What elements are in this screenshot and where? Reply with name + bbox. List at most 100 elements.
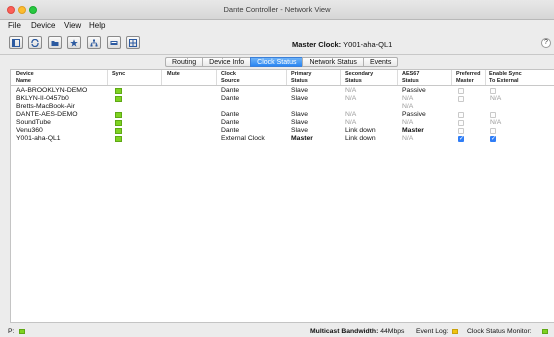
tab-clock-status[interactable]: Clock Status	[250, 57, 303, 67]
view-icon[interactable]	[9, 36, 23, 49]
device-name-cell: DANTE-AES-DEMO	[16, 111, 78, 118]
primary-status-cell: Slave	[291, 119, 309, 126]
primary-status-cell: Master	[291, 135, 313, 142]
primary-status-cell: Slave	[291, 87, 309, 94]
header-mute[interactable]: Mute	[167, 71, 180, 78]
table-row[interactable]: BKLYN-II-0457b0 Dante Slave N/A N/A N/A	[11, 95, 554, 103]
clock-status-monitor-label: Clock Status Monitor:	[467, 328, 532, 335]
secondary-status-cell: Link down	[345, 127, 376, 134]
table-row[interactable]: Venu360 Dante Slave Link down Master	[11, 127, 554, 135]
clock-source-cell: External Clock	[221, 135, 265, 142]
event-log-label: Event Log:	[416, 328, 449, 335]
clock-source-cell: Dante	[221, 111, 240, 118]
grid-icon[interactable]	[126, 36, 140, 49]
sync-indicator	[115, 128, 122, 134]
secondary-status-cell: Link down	[345, 135, 376, 142]
aes67-status-cell: N/A	[402, 95, 414, 102]
header-aes67-status[interactable]: AES67 Status	[402, 71, 419, 84]
star-icon[interactable]	[67, 36, 81, 49]
sync-indicator	[115, 88, 122, 94]
tab-events[interactable]: Events	[362, 57, 399, 67]
device-name-cell: Venu360	[16, 127, 43, 134]
open-icon[interactable]	[48, 36, 62, 49]
enable-sync-cell: N/A	[490, 119, 502, 126]
column-divider	[107, 70, 108, 85]
master-clock-value: Y001-aha-QL1	[343, 40, 393, 49]
clock-status-monitor-indicator[interactable]	[542, 329, 548, 334]
secondary-status-cell: N/A	[345, 87, 357, 94]
secondary-status-cell: N/A	[345, 111, 357, 118]
p-status-indicator	[19, 329, 25, 334]
menu-view[interactable]: View	[64, 21, 81, 30]
header-preferred-master[interactable]: Preferred Master	[456, 71, 480, 84]
table-header: Device Name Sync Mute Clock Source Primary…	[11, 70, 554, 86]
enable-sync-checkbox[interactable]	[490, 135, 496, 142]
table-row[interactable]: DANTE-AES-DEMO Dante Slave N/A Passive	[11, 111, 554, 119]
menu-file[interactable]: File	[8, 21, 21, 30]
multicast-bandwidth: Multicast Bandwidth: 44Mbps	[310, 328, 405, 335]
header-primary-status[interactable]: Primary Status	[291, 71, 312, 84]
network-icon[interactable]	[87, 36, 101, 49]
header-clock-source[interactable]: Clock Source	[221, 71, 240, 84]
toolbar-divider	[0, 54, 554, 55]
view-tabs: Routing Device Info Clock Status Network…	[165, 57, 399, 67]
preferred-master-checkbox[interactable]	[458, 96, 464, 102]
secondary-status-cell: N/A	[345, 119, 357, 126]
header-secondary-status[interactable]: Secondary Status	[345, 71, 373, 84]
table-row[interactable]: SoundTube Dante Slave N/A N/A N/A	[11, 119, 554, 127]
header-device-name[interactable]: Device Name	[16, 71, 34, 84]
master-clock-label: Master Clock:	[292, 40, 342, 49]
aes67-status-cell: N/A	[402, 119, 414, 126]
title-bar: Dante Controller - Network View	[0, 0, 554, 20]
header-enable-sync[interactable]: Enable Sync To External	[489, 71, 522, 84]
tab-device-info[interactable]: Device Info	[202, 57, 251, 67]
window-title: Dante Controller - Network View	[223, 5, 331, 14]
preferred-master-checkbox[interactable]	[458, 128, 464, 134]
preferred-master-checkbox[interactable]	[458, 88, 464, 94]
tab-network-status[interactable]: Network Status	[302, 57, 363, 67]
sync-indicator	[115, 136, 122, 142]
enable-sync-checkbox[interactable]	[490, 112, 496, 118]
primary-status-cell: Slave	[291, 95, 309, 102]
device-name-cell: AA-BROOKLYN-DEMO	[16, 87, 88, 94]
refresh-icon[interactable]	[28, 36, 42, 49]
help-icon[interactable]: ?	[541, 38, 551, 48]
clock-source-cell: Dante	[221, 127, 240, 134]
event-log-indicator[interactable]	[452, 329, 458, 334]
enable-sync-cell: N/A	[490, 95, 502, 102]
clock-source-cell: Dante	[221, 95, 240, 102]
aes67-status-cell: Passive	[402, 111, 426, 118]
clock-source-cell: Dante	[221, 87, 240, 94]
device-name-cell: Bretts-MacBook-Air	[16, 103, 75, 110]
toolbar: Master Clock: Y001-aha-QL1 ?	[0, 32, 554, 54]
column-divider	[451, 70, 452, 85]
aes67-status-cell: N/A	[402, 135, 414, 142]
preferred-master-checkbox[interactable]	[458, 120, 464, 126]
header-sync[interactable]: Sync	[112, 71, 125, 78]
sync-indicator	[115, 96, 122, 102]
menu-help[interactable]: Help	[89, 21, 105, 30]
sync-indicator	[115, 112, 122, 118]
preferred-master-checkbox[interactable]	[458, 112, 464, 118]
aes67-status-cell: Passive	[402, 87, 426, 94]
menu-device[interactable]: Device	[31, 21, 55, 30]
preferred-master-checkbox[interactable]	[458, 135, 464, 142]
column-divider	[161, 70, 162, 85]
secondary-status-cell: N/A	[345, 95, 357, 102]
device-icon[interactable]	[107, 36, 121, 49]
clock-status-table: Device Name Sync Mute Clock Source Primary…	[10, 69, 554, 323]
master-clock-display: Master Clock: Y001-aha-QL1	[292, 40, 392, 49]
sync-indicator	[115, 120, 122, 126]
table-row[interactable]: AA-BROOKLYN-DEMO Dante Slave N/A Passive	[11, 87, 554, 95]
enable-sync-checkbox[interactable]	[490, 128, 496, 134]
column-divider	[286, 70, 287, 85]
enable-sync-checkbox[interactable]	[490, 88, 496, 94]
tab-routing[interactable]: Routing	[165, 57, 203, 67]
column-divider	[340, 70, 341, 85]
table-row[interactable]: Y001-aha-QL1 External Clock Master Link dow…	[11, 135, 554, 143]
table-row[interactable]: Bretts-MacBook-Air N/A	[11, 103, 554, 111]
column-divider	[216, 70, 217, 85]
clock-source-cell: Dante	[221, 119, 240, 126]
aes67-status-cell: N/A	[402, 103, 414, 110]
device-name-cell: BKLYN-II-0457b0	[16, 95, 69, 102]
